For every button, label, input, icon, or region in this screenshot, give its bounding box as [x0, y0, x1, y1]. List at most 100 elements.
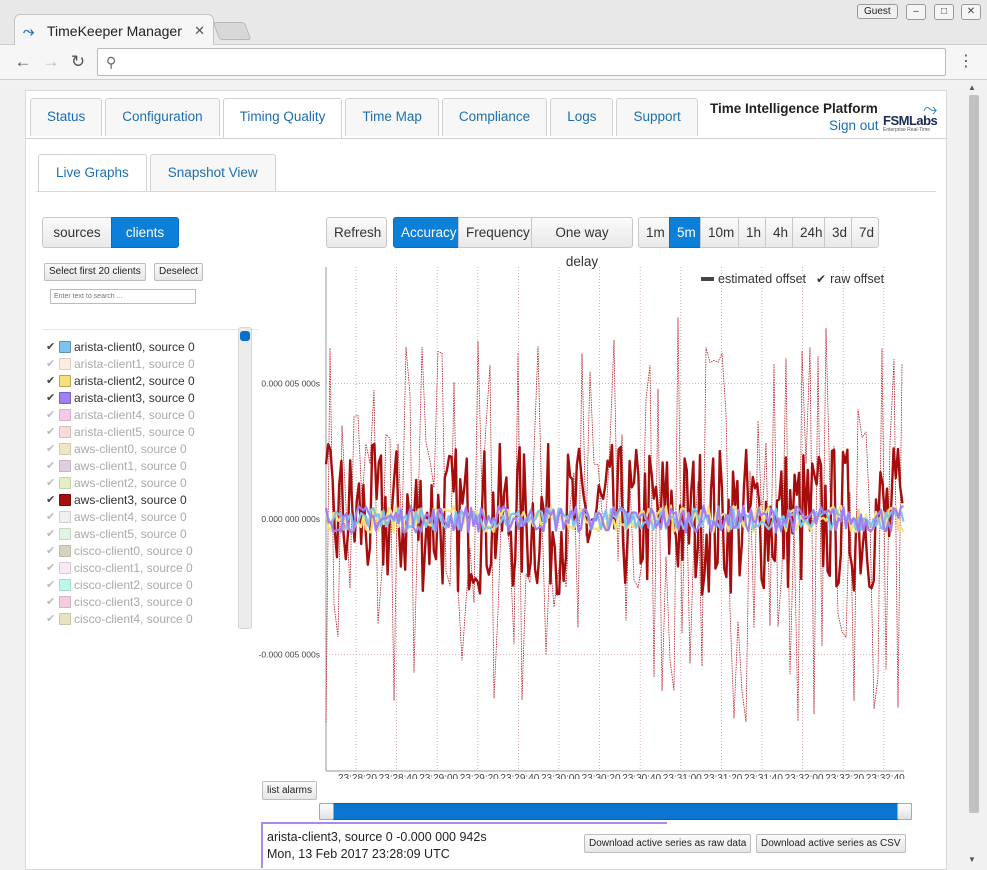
series-color-swatch — [59, 459, 71, 472]
client-list-item[interactable]: ✔ arista-client4, source 0 — [46, 406, 195, 423]
client-list-item[interactable]: ✔ cisco-client0, source 0 — [46, 542, 193, 559]
legend-estimated-offset[interactable]: estimated offset — [718, 272, 806, 286]
client-list-item[interactable]: ✔ cisco-client3, source 0 — [46, 593, 193, 610]
client-list-item[interactable]: ✔ arista-client2, source 0 — [46, 372, 195, 389]
checkmark-icon[interactable]: ✔ — [46, 374, 56, 387]
client-list-item[interactable]: ✔ aws-client1, source 0 — [46, 457, 187, 474]
checkmark-icon[interactable]: ✔ — [46, 561, 56, 574]
sign-out-link[interactable]: Sign out — [829, 118, 879, 133]
checkmark-icon[interactable]: ✔ — [46, 442, 56, 455]
browser-tabstrip: ⤳ TimeKeeper Management ✕ Guest – □ ✕ — [0, 0, 987, 46]
one-way-delay-button[interactable]: One way delay — [531, 217, 633, 269]
client-list-item[interactable]: ✔ arista-client3, source 0 — [46, 389, 195, 406]
checkmark-icon[interactable]: ✔ — [46, 476, 56, 489]
x-tick-label: 23:32:20 — [825, 773, 864, 779]
tab-snapshot-view[interactable]: Snapshot View — [149, 154, 276, 192]
browser-tab[interactable]: ⤳ TimeKeeper Management ✕ — [14, 14, 214, 46]
guest-profile-button[interactable]: Guest — [857, 4, 898, 19]
client-label: aws-client0, source 0 — [74, 441, 187, 456]
scroll-up-icon[interactable]: ▲ — [968, 83, 976, 92]
accuracy-button[interactable]: Accuracy — [393, 217, 459, 248]
scrollbar-thumb[interactable] — [969, 95, 979, 813]
download-raw-button[interactable]: Download active series as raw data — [584, 834, 752, 853]
range-4h-button[interactable]: 4h — [765, 217, 793, 248]
forward-arrow-icon[interactable]: → — [40, 51, 62, 73]
checkmark-icon[interactable]: ✔ — [46, 357, 56, 370]
range-10m-button[interactable]: 10m — [700, 217, 739, 248]
checkmark-icon[interactable]: ✔ — [46, 408, 56, 421]
offset-chart[interactable]: 0.000 005 000s 0.000 000 000s -0.000 005 0… — [236, 259, 906, 779]
client-list-item[interactable]: ✔ cisco-client2, source 0 — [46, 576, 193, 593]
range-24h-button[interactable]: 24h — [792, 217, 825, 248]
refresh-button[interactable]: Refresh — [326, 217, 387, 248]
client-list-item[interactable]: ✔ arista-client1, source 0 — [46, 355, 195, 372]
range-1h-button[interactable]: 1h — [738, 217, 766, 248]
client-list-item[interactable]: ✔ cisco-client4, source 0 — [46, 610, 193, 627]
checkmark-icon[interactable]: ✔ — [46, 595, 56, 608]
sources-button[interactable]: sources — [42, 217, 112, 248]
client-list-item[interactable]: ✔cisco-client5, source 0 — [46, 627, 193, 630]
back-arrow-icon[interactable]: ← — [12, 51, 34, 73]
new-tab-button[interactable] — [212, 22, 252, 40]
client-list-item[interactable]: ✔ aws-client0, source 0 — [46, 440, 187, 457]
x-tick-label: 23:29:40 — [500, 773, 539, 779]
browser-toolbar: ← → ↻ ⚲ ⋮ — [0, 45, 987, 80]
checkmark-icon[interactable]: ✔ — [46, 612, 56, 625]
client-list-item[interactable]: ✔ arista-client5, source 0 — [46, 423, 195, 440]
range-start-handle[interactable] — [319, 803, 334, 820]
close-tab-icon[interactable]: ✕ — [194, 23, 205, 39]
maximize-icon[interactable]: □ — [934, 4, 954, 20]
checkmark-icon[interactable]: ✔ — [46, 459, 56, 472]
url-input[interactable] — [128, 53, 928, 71]
x-tick-label: 23:30:20 — [582, 773, 621, 779]
checkmark-icon[interactable]: ✔ — [46, 527, 56, 540]
client-label: arista-client0, source 0 — [74, 339, 195, 354]
minimize-icon[interactable]: – — [906, 4, 926, 20]
reload-icon[interactable]: ↻ — [67, 51, 89, 73]
client-list-item[interactable]: ✔ cisco-client1, source 0 — [46, 559, 193, 576]
checkmark-icon[interactable]: ✔ — [46, 544, 56, 557]
range-3d-button[interactable]: 3d — [824, 217, 852, 248]
time-range-navigator[interactable] — [319, 803, 912, 820]
frequency-button[interactable]: Frequency — [458, 217, 532, 248]
x-tick-label: 23:29:20 — [460, 773, 499, 779]
tab-logs[interactable]: Logs — [550, 98, 614, 136]
checkmark-icon[interactable]: ✔ — [46, 578, 56, 591]
client-list-item[interactable]: ✔ arista-client0, source 0 — [46, 338, 195, 355]
list-alarms-button[interactable]: list alarms — [262, 781, 318, 800]
checkmark-icon[interactable]: ✔ — [46, 510, 56, 523]
tab-status[interactable]: Status — [30, 98, 103, 136]
range-7d-button[interactable]: 7d — [851, 217, 879, 248]
browser-menu-icon[interactable]: ⋮ — [958, 51, 974, 71]
series-color-swatch — [59, 544, 71, 557]
client-list-item[interactable]: ✔ aws-client2, source 0 — [46, 474, 187, 491]
address-bar[interactable]: ⚲ — [97, 48, 946, 76]
tab-timing-quality[interactable]: Timing Quality — [222, 98, 343, 138]
checkmark-icon[interactable]: ✔ — [46, 425, 56, 438]
client-label: aws-client1, source 0 — [74, 458, 187, 473]
range-5m-button[interactable]: 5m — [669, 217, 701, 248]
legend-raw-offset[interactable]: raw offset — [830, 272, 884, 286]
client-list-item[interactable]: ✔ aws-client4, source 0 — [46, 508, 187, 525]
client-list-item[interactable]: ✔ aws-client5, source 0 — [46, 525, 187, 542]
client-list-item[interactable]: ✔ aws-client3, source 0 — [46, 491, 187, 508]
tab-live-graphs[interactable]: Live Graphs — [38, 154, 147, 192]
checkmark-icon[interactable]: ✔ — [46, 493, 56, 506]
chart-legend: estimated offset ✔ raw offset — [701, 272, 884, 286]
range-1m-button[interactable]: 1m — [638, 217, 670, 248]
checkmark-icon[interactable]: ✔ — [46, 391, 56, 404]
tab-support[interactable]: Support — [616, 98, 698, 136]
download-csv-button[interactable]: Download active series as CSV — [756, 834, 906, 853]
tab-compliance[interactable]: Compliance — [441, 98, 548, 136]
tab-time-map[interactable]: Time Map — [345, 98, 439, 136]
tab-configuration[interactable]: Configuration — [105, 98, 220, 136]
checkmark-icon[interactable]: ✔ — [46, 340, 56, 353]
deselect-button[interactable]: Deselect — [154, 263, 203, 281]
scroll-down-icon[interactable]: ▼ — [968, 855, 976, 864]
close-window-icon[interactable]: ✕ — [961, 4, 981, 20]
clients-button[interactable]: clients — [111, 217, 179, 248]
select-first-20-button[interactable]: Select first 20 clients — [44, 263, 146, 281]
client-search-input[interactable] — [50, 289, 196, 304]
range-end-handle[interactable] — [897, 803, 912, 820]
page-scrollbar[interactable]: ▲ ▼ — [966, 81, 981, 870]
